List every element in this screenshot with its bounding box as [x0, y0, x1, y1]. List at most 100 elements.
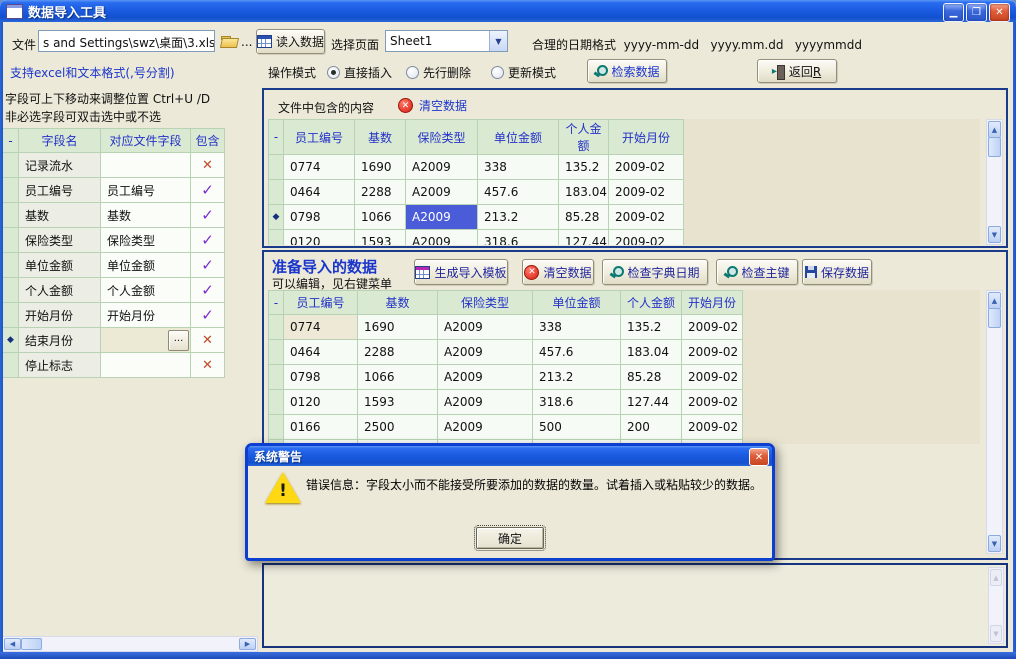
- field-name-cell[interactable]: 个人金额: [19, 278, 101, 303]
- cell[interactable]: 2009-02: [609, 230, 684, 246]
- field-name-cell[interactable]: 保险类型: [19, 228, 101, 253]
- cell[interactable]: 85.28: [621, 365, 682, 390]
- scroll-right-icon[interactable]: ▶: [239, 638, 256, 650]
- cell[interactable]: 1593: [355, 230, 406, 246]
- close-button[interactable]: ✕: [989, 3, 1010, 22]
- cell[interactable]: 1690: [358, 315, 438, 340]
- return-button[interactable]: 返回R: [757, 59, 837, 83]
- cell[interactable]: 457.6: [478, 180, 559, 205]
- included-cell[interactable]: ✕: [191, 353, 225, 378]
- log-panel[interactable]: ▲ ▼: [262, 563, 1008, 648]
- included-cell[interactable]: ✓: [191, 303, 225, 328]
- cell[interactable]: 2009-02: [609, 205, 684, 230]
- cell[interactable]: A2009: [406, 180, 478, 205]
- cell[interactable]: 1690: [355, 155, 406, 180]
- check-dict-date-button[interactable]: 检查字典日期: [602, 259, 708, 285]
- included-cell[interactable]: ✓: [191, 278, 225, 303]
- cell[interactable]: 213.2: [533, 365, 621, 390]
- radio-delete-first[interactable]: [406, 66, 419, 79]
- scroll-up-icon[interactable]: ▲: [988, 121, 1001, 138]
- mapped-field-cell[interactable]: 个人金额: [101, 278, 191, 303]
- cell[interactable]: 1066: [358, 365, 438, 390]
- cell[interactable]: 2009-02: [682, 365, 743, 390]
- cell[interactable]: 2500: [358, 415, 438, 440]
- source-vertical-scrollbar[interactable]: ▲ ▼: [986, 119, 1003, 245]
- cell[interactable]: A2009: [438, 340, 533, 365]
- file-path-input[interactable]: s and Settings\swz\桌面\3.xls: [38, 30, 215, 52]
- cell[interactable]: 338: [478, 155, 559, 180]
- cell[interactable]: A2009: [438, 365, 533, 390]
- cell[interactable]: 0464: [284, 180, 355, 205]
- cell[interactable]: 213.2: [478, 205, 559, 230]
- clear-source-data-button[interactable]: ✕ 清空数据: [398, 97, 467, 114]
- radio-update-mode[interactable]: [491, 66, 504, 79]
- minimize-button[interactable]: ▁: [943, 3, 964, 22]
- included-cell[interactable]: ✕: [191, 153, 225, 178]
- mapped-field-cell[interactable]: 保险类型: [101, 228, 191, 253]
- maximize-button[interactable]: ❒: [966, 3, 987, 22]
- read-data-button[interactable]: 读入数据: [256, 29, 325, 54]
- scroll-down-icon[interactable]: ▼: [988, 535, 1001, 552]
- cell[interactable]: A2009: [438, 390, 533, 415]
- scroll-down-icon[interactable]: ▼: [988, 226, 1001, 243]
- cell[interactable]: 183.04: [621, 340, 682, 365]
- mapped-field-cell[interactable]: [101, 153, 191, 178]
- cell[interactable]: A2009: [438, 415, 533, 440]
- cell[interactable]: 0120: [284, 230, 355, 246]
- cell[interactable]: 2009-02: [609, 180, 684, 205]
- generate-template-button[interactable]: 生成导入模板: [414, 259, 508, 285]
- scroll-up-icon[interactable]: ▲: [988, 292, 1001, 309]
- cell[interactable]: 338: [533, 315, 621, 340]
- ellipsis-button[interactable]: ...: [168, 330, 189, 351]
- cell[interactable]: 2009-02: [682, 390, 743, 415]
- scroll-left-icon[interactable]: ◀: [4, 638, 21, 650]
- mapped-field-cell[interactable]: 员工编号: [101, 178, 191, 203]
- radio-update-mode-label[interactable]: 更新模式: [508, 64, 556, 81]
- cell[interactable]: 0798: [284, 365, 358, 390]
- cell[interactable]: 2288: [355, 180, 406, 205]
- left-horizontal-scrollbar[interactable]: ◀ ▶: [2, 636, 258, 652]
- included-cell[interactable]: ✓: [191, 203, 225, 228]
- dialog-title-bar[interactable]: 系统警告: [248, 446, 772, 466]
- mapped-field-cell[interactable]: [101, 353, 191, 378]
- mapped-field-cell[interactable]: ...: [101, 328, 191, 353]
- included-cell[interactable]: ✕: [191, 328, 225, 353]
- cell[interactable]: 0166: [284, 415, 358, 440]
- cell[interactable]: 318.6: [533, 390, 621, 415]
- cell[interactable]: A2009: [406, 230, 478, 246]
- ok-button[interactable]: 确定: [476, 527, 544, 549]
- field-name-cell[interactable]: 单位金额: [19, 253, 101, 278]
- cell[interactable]: 0774: [284, 155, 355, 180]
- search-data-button[interactable]: 检索数据: [587, 59, 667, 83]
- radio-direct-insert[interactable]: [327, 66, 340, 79]
- cell[interactable]: 200: [621, 415, 682, 440]
- included-cell[interactable]: ✓: [191, 253, 225, 278]
- clear-import-data-button[interactable]: ✕ 清空数据: [522, 259, 594, 285]
- mapped-field-cell[interactable]: 单位金额: [101, 253, 191, 278]
- dialog-close-button[interactable]: ✕: [749, 448, 769, 466]
- radio-direct-insert-label[interactable]: 直接插入: [344, 64, 392, 81]
- included-cell[interactable]: ✓: [191, 228, 225, 253]
- field-name-cell[interactable]: 开始月份: [19, 303, 101, 328]
- cell[interactable]: 1593: [358, 390, 438, 415]
- field-name-cell[interactable]: 记录流水: [19, 153, 101, 178]
- cell[interactable]: 1066: [355, 205, 406, 230]
- cell[interactable]: 457.6: [533, 340, 621, 365]
- cell[interactable]: A2009: [438, 315, 533, 340]
- browse-button[interactable]: ...: [221, 35, 252, 49]
- cell[interactable]: 0120: [284, 390, 358, 415]
- sheet-select[interactable]: Sheet1 ▼: [385, 30, 508, 52]
- cell[interactable]: 2009-02: [682, 415, 743, 440]
- cell[interactable]: 2009-02: [609, 155, 684, 180]
- field-name-cell[interactable]: 结束月份: [19, 328, 101, 353]
- cell[interactable]: 500: [533, 415, 621, 440]
- cell[interactable]: 0798: [284, 205, 355, 230]
- cell[interactable]: 2288: [358, 340, 438, 365]
- chevron-down-icon[interactable]: ▼: [489, 31, 507, 51]
- title-bar[interactable]: 数据导入工具: [0, 0, 1016, 22]
- cell[interactable]: 0464: [284, 340, 358, 365]
- cell[interactable]: 127.44: [621, 390, 682, 415]
- cell[interactable]: 0774: [284, 315, 358, 340]
- save-data-button[interactable]: 保存数据: [802, 259, 872, 285]
- cell[interactable]: 135.2: [559, 155, 609, 180]
